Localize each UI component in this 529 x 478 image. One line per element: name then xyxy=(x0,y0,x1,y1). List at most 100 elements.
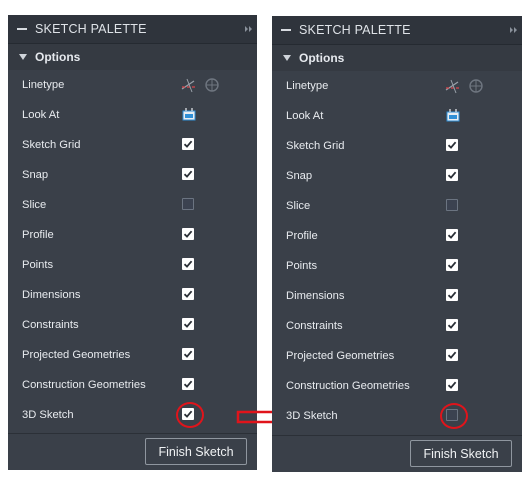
option-row: Look At xyxy=(8,100,257,130)
checkbox-checked-icon[interactable] xyxy=(182,258,194,270)
checkbox[interactable] xyxy=(446,229,458,241)
finish-sketch-button[interactable]: Finish Sketch xyxy=(410,440,512,467)
checkbox-checked-icon[interactable] xyxy=(446,379,458,391)
checkbox[interactable] xyxy=(182,138,194,150)
palette-title: SKETCH PALETTE xyxy=(35,22,147,36)
highlight-circle xyxy=(440,403,468,429)
option-row: Projected Geometries xyxy=(272,341,522,371)
option-row: Profile xyxy=(8,220,257,250)
options-section-header[interactable]: Options xyxy=(8,44,257,70)
checkbox-checked-icon[interactable] xyxy=(182,318,194,330)
option-row: Points xyxy=(272,251,522,281)
option-label: Snap xyxy=(22,169,49,181)
expand-arrows-icon[interactable] xyxy=(510,26,518,34)
linetype-icon[interactable] xyxy=(444,77,484,95)
option-label: Construction Geometries xyxy=(22,379,146,391)
checkbox[interactable] xyxy=(446,349,458,361)
option-label: Dimensions xyxy=(286,290,345,302)
option-label: Profile xyxy=(286,230,318,242)
checkbox-checked-icon[interactable] xyxy=(446,229,458,241)
checkbox[interactable] xyxy=(446,199,458,211)
option-row: Dimensions xyxy=(8,280,257,310)
option-row: Construction Geometries xyxy=(8,370,257,400)
checkbox-unchecked-icon[interactable] xyxy=(182,198,194,210)
options-section-header[interactable]: Options xyxy=(272,45,522,71)
checkbox-checked-icon[interactable] xyxy=(182,138,194,150)
option-row: Linetype xyxy=(272,71,522,101)
checkbox[interactable] xyxy=(182,348,194,360)
options-list: Linetype Look At Sketch Grid Snap Slice Profi… xyxy=(8,70,257,430)
option-label: Dimensions xyxy=(22,289,81,301)
option-label: 3D Sketch xyxy=(22,409,74,421)
option-label: Slice xyxy=(22,199,47,211)
option-label: Constraints xyxy=(286,320,343,332)
palette-header[interactable]: SKETCH PALETTE xyxy=(8,15,257,44)
checkbox[interactable] xyxy=(182,378,194,390)
collapse-minus-icon[interactable] xyxy=(17,28,27,30)
expand-triangle-icon[interactable] xyxy=(283,55,291,61)
option-row: 3D Sketch xyxy=(272,401,522,431)
option-row: Profile xyxy=(272,221,522,251)
checkbox[interactable] xyxy=(446,289,458,301)
checkbox[interactable] xyxy=(182,258,194,270)
checkbox[interactable] xyxy=(446,319,458,331)
option-row: Sketch Grid xyxy=(8,130,257,160)
option-label: Constraints xyxy=(22,319,79,331)
checkbox-checked-icon[interactable] xyxy=(446,259,458,271)
highlight-circle xyxy=(176,402,204,428)
checkbox[interactable] xyxy=(182,288,194,300)
checkbox-checked-icon[interactable] xyxy=(446,139,458,151)
option-label: Sketch Grid xyxy=(22,139,81,151)
option-row: Snap xyxy=(8,160,257,190)
checkbox[interactable] xyxy=(182,228,194,240)
checkbox[interactable] xyxy=(182,168,194,180)
checkbox-checked-icon[interactable] xyxy=(446,319,458,331)
collapse-minus-icon[interactable] xyxy=(281,29,291,31)
checkbox[interactable] xyxy=(446,259,458,271)
options-list: Linetype Look At Sketch Grid Snap Slice Profi… xyxy=(272,71,522,431)
option-row: Projected Geometries xyxy=(8,340,257,370)
linetype-icon[interactable] xyxy=(180,76,220,94)
palette-header[interactable]: SKETCH PALETTE xyxy=(272,16,522,45)
checkbox-checked-icon[interactable] xyxy=(182,348,194,360)
option-row: Sketch Grid xyxy=(272,131,522,161)
checkbox[interactable] xyxy=(182,318,194,330)
checkbox-checked-icon[interactable] xyxy=(446,169,458,181)
expand-triangle-icon[interactable] xyxy=(19,54,27,60)
option-label: Snap xyxy=(286,170,313,182)
option-label: Projected Geometries xyxy=(22,349,131,361)
checkbox[interactable] xyxy=(446,379,458,391)
checkbox[interactable] xyxy=(182,198,194,210)
option-label: Projected Geometries xyxy=(286,350,395,362)
option-row: Snap xyxy=(272,161,522,191)
option-label: Look At xyxy=(286,110,324,122)
option-row: Constraints xyxy=(8,310,257,340)
options-label: Options xyxy=(35,50,81,64)
checkbox[interactable] xyxy=(446,139,458,151)
option-row: Construction Geometries xyxy=(272,371,522,401)
checkbox-checked-icon[interactable] xyxy=(182,168,194,180)
option-row: Points xyxy=(8,250,257,280)
option-label: Linetype xyxy=(22,79,65,91)
checkbox-checked-icon[interactable] xyxy=(446,349,458,361)
look-at-icon[interactable] xyxy=(182,107,196,121)
finish-sketch-button[interactable]: Finish Sketch xyxy=(145,438,247,465)
expand-arrows-icon[interactable] xyxy=(245,25,253,33)
option-row: Dimensions xyxy=(272,281,522,311)
checkbox[interactable] xyxy=(446,169,458,181)
option-label: Look At xyxy=(22,109,60,121)
option-label: Construction Geometries xyxy=(286,380,410,392)
option-label: Points xyxy=(286,260,318,272)
option-label: Points xyxy=(22,259,54,271)
look-at-icon[interactable] xyxy=(446,108,460,122)
checkbox-checked-icon[interactable] xyxy=(446,289,458,301)
option-row: Slice xyxy=(272,191,522,221)
checkbox-checked-icon[interactable] xyxy=(182,378,194,390)
checkbox-checked-icon[interactable] xyxy=(182,228,194,240)
option-label: Linetype xyxy=(286,80,329,92)
option-row: Look At xyxy=(272,101,522,131)
option-row: 3D Sketch xyxy=(8,400,257,430)
checkbox-checked-icon[interactable] xyxy=(182,288,194,300)
palette-footer: Finish Sketch xyxy=(8,433,257,470)
checkbox-unchecked-icon[interactable] xyxy=(446,199,458,211)
